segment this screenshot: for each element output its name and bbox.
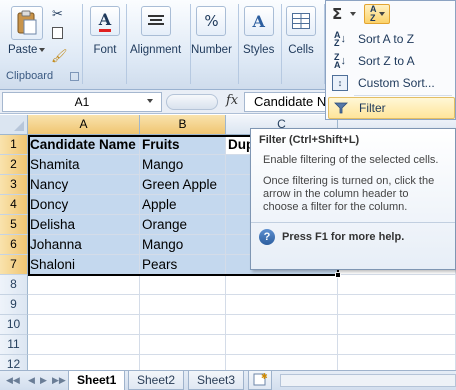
row-header-3[interactable]: 3 — [0, 175, 28, 195]
empty-cell[interactable] — [226, 295, 338, 315]
table-cell[interactable]: Nancy — [28, 175, 140, 195]
sheet-tab-bar: ◀◀ ◀ ▶ ▶▶ Sheet1 Sheet2 Sheet3 ✱ — [0, 370, 456, 390]
menu-item-filter[interactable]: Filter — [328, 97, 455, 119]
tooltip-description-detail: Once filtering is turned on, click the a… — [263, 175, 435, 213]
last-sheet-nav-icon[interactable]: ▶▶ — [52, 375, 66, 386]
tooltip-description: Enable filtering of the selected cells. — [263, 154, 439, 166]
custom-sort-icon: ↕ — [332, 75, 348, 91]
row-header-10[interactable]: 10 — [0, 315, 28, 335]
sheet-tab-sheet3[interactable]: Sheet3 — [188, 371, 245, 390]
prev-sheet-nav-icon[interactable]: ◀ — [28, 375, 35, 386]
fill-handle[interactable] — [335, 272, 341, 278]
tooltip-help-text: Press F1 for more help. — [282, 231, 405, 243]
tooltip-title: Filter (Ctrl+Shift+L) — [259, 134, 360, 146]
empty-cell[interactable] — [338, 295, 456, 315]
empty-cell[interactable] — [226, 275, 338, 295]
row-header-4[interactable]: 4 — [0, 195, 28, 215]
format-painter-icon[interactable]: 🖌 — [51, 48, 68, 64]
table-cell[interactable]: Mango — [140, 155, 226, 175]
formula-bar-resize-handle[interactable] — [166, 94, 218, 110]
table-cell[interactable]: Apple — [140, 195, 226, 215]
clipboard-group-label: Clipboard — [6, 70, 54, 82]
table-cell[interactable]: Mango — [140, 235, 226, 255]
autosum-icon[interactable]: Σ — [332, 5, 342, 23]
editing-toolbar: Σ AZ — [326, 1, 455, 26]
chevron-down-icon — [378, 11, 385, 16]
row-header-9[interactable]: 9 — [0, 295, 28, 315]
empty-cell[interactable] — [226, 315, 338, 335]
sheet-tab-sheet2[interactable]: Sheet2 — [128, 371, 185, 390]
table-header-cell[interactable]: Candidate Name — [28, 135, 140, 155]
cells-button[interactable]: Cells — [286, 6, 316, 56]
empty-cell[interactable] — [140, 315, 226, 335]
empty-cell[interactable] — [28, 335, 140, 355]
sort-filter-menu: Σ AZ A Z ↓ Sort A to Z Z A ↓ Sort Z to A ↕ C… — [325, 0, 456, 120]
menu-item-custom-sort[interactable]: ↕ Custom Sort... — [328, 72, 455, 94]
table-cell[interactable]: Green Apple — [140, 175, 226, 195]
select-all-corner[interactable] — [0, 115, 28, 135]
table-cell[interactable]: Doncy — [28, 195, 140, 215]
column-header-b[interactable]: B — [140, 115, 226, 135]
alignment-button[interactable]: Alignment — [130, 6, 181, 56]
empty-cell[interactable] — [28, 275, 140, 295]
sort-z-a-icon: Z A ↓ — [334, 52, 346, 70]
paste-icon — [10, 6, 43, 40]
sort-filter-button[interactable]: AZ — [364, 3, 391, 24]
sort-filter-icon: AZ — [370, 3, 377, 23]
sort-a-z-icon: A Z ↓ — [334, 30, 346, 48]
number-button[interactable]: % Number — [191, 6, 232, 56]
clipboard-launcher-icon[interactable] — [70, 72, 79, 81]
styles-icon: A — [243, 6, 274, 36]
empty-cell[interactable] — [226, 335, 338, 355]
sheet-tab-sheet1[interactable]: Sheet1 — [68, 371, 126, 390]
styles-button[interactable]: A Styles — [243, 6, 274, 56]
first-sheet-nav-icon[interactable]: ◀◀ — [6, 375, 20, 386]
empty-cell[interactable] — [28, 295, 140, 315]
row-header-6[interactable]: 6 — [0, 235, 28, 255]
name-box[interactable]: A1 — [2, 92, 162, 112]
filter-tooltip: Filter (Ctrl+Shift+L) Enable filtering o… — [250, 128, 456, 270]
empty-cell[interactable] — [338, 335, 456, 355]
empty-cell[interactable] — [140, 335, 226, 355]
help-icon: ? — [259, 229, 275, 245]
empty-cell[interactable] — [338, 315, 456, 335]
table-cell[interactable]: Orange — [140, 215, 226, 235]
row-header-1[interactable]: 1 — [0, 135, 28, 155]
column-header-a[interactable]: A — [28, 115, 140, 135]
name-box-dropdown-icon[interactable] — [147, 99, 153, 103]
row-header-5[interactable]: 5 — [0, 215, 28, 235]
autosum-dropdown-icon[interactable] — [350, 11, 357, 16]
row-header-8[interactable]: 8 — [0, 275, 28, 295]
insert-function-icon[interactable]: fx — [226, 93, 238, 108]
row-header-11[interactable]: 11 — [0, 335, 28, 355]
font-button[interactable]: A Font — [90, 6, 120, 56]
empty-cell[interactable] — [338, 275, 456, 295]
empty-cell[interactable] — [140, 295, 226, 315]
table-cell[interactable]: Shaloni — [28, 255, 140, 275]
empty-cell[interactable] — [140, 275, 226, 295]
alignment-icon — [140, 6, 171, 36]
row-header-7[interactable]: 7 — [0, 255, 28, 275]
menu-item-sort-a-to-z[interactable]: A Z ↓ Sort A to Z — [328, 28, 455, 50]
copy-icon[interactable] — [52, 27, 63, 39]
table-header-cell[interactable]: Fruits — [140, 135, 226, 155]
dropdown-arrow-icon — [39, 48, 46, 52]
next-sheet-nav-icon[interactable]: ▶ — [40, 375, 47, 386]
paste-button[interactable]: Paste — [8, 6, 46, 56]
empty-cell[interactable] — [28, 315, 140, 335]
font-icon: A — [90, 6, 120, 36]
table-cell[interactable]: Shamita — [28, 155, 140, 175]
cut-icon[interactable]: ✂ — [52, 6, 63, 22]
menu-item-sort-z-to-a[interactable]: Z A ↓ Sort Z to A — [328, 50, 455, 72]
row-header-2[interactable]: 2 — [0, 155, 28, 175]
insert-sheet-icon[interactable]: ✱ — [248, 371, 272, 390]
table-cell[interactable]: Johanna — [28, 235, 140, 255]
table-cell[interactable]: Pears — [140, 255, 226, 275]
svg-text:✱: ✱ — [261, 372, 268, 381]
cells-icon — [286, 6, 316, 36]
filter-icon — [333, 100, 349, 116]
horizontal-scrollbar[interactable] — [280, 374, 456, 387]
percent-icon: % — [196, 6, 227, 36]
table-cell[interactable]: Delisha — [28, 215, 140, 235]
